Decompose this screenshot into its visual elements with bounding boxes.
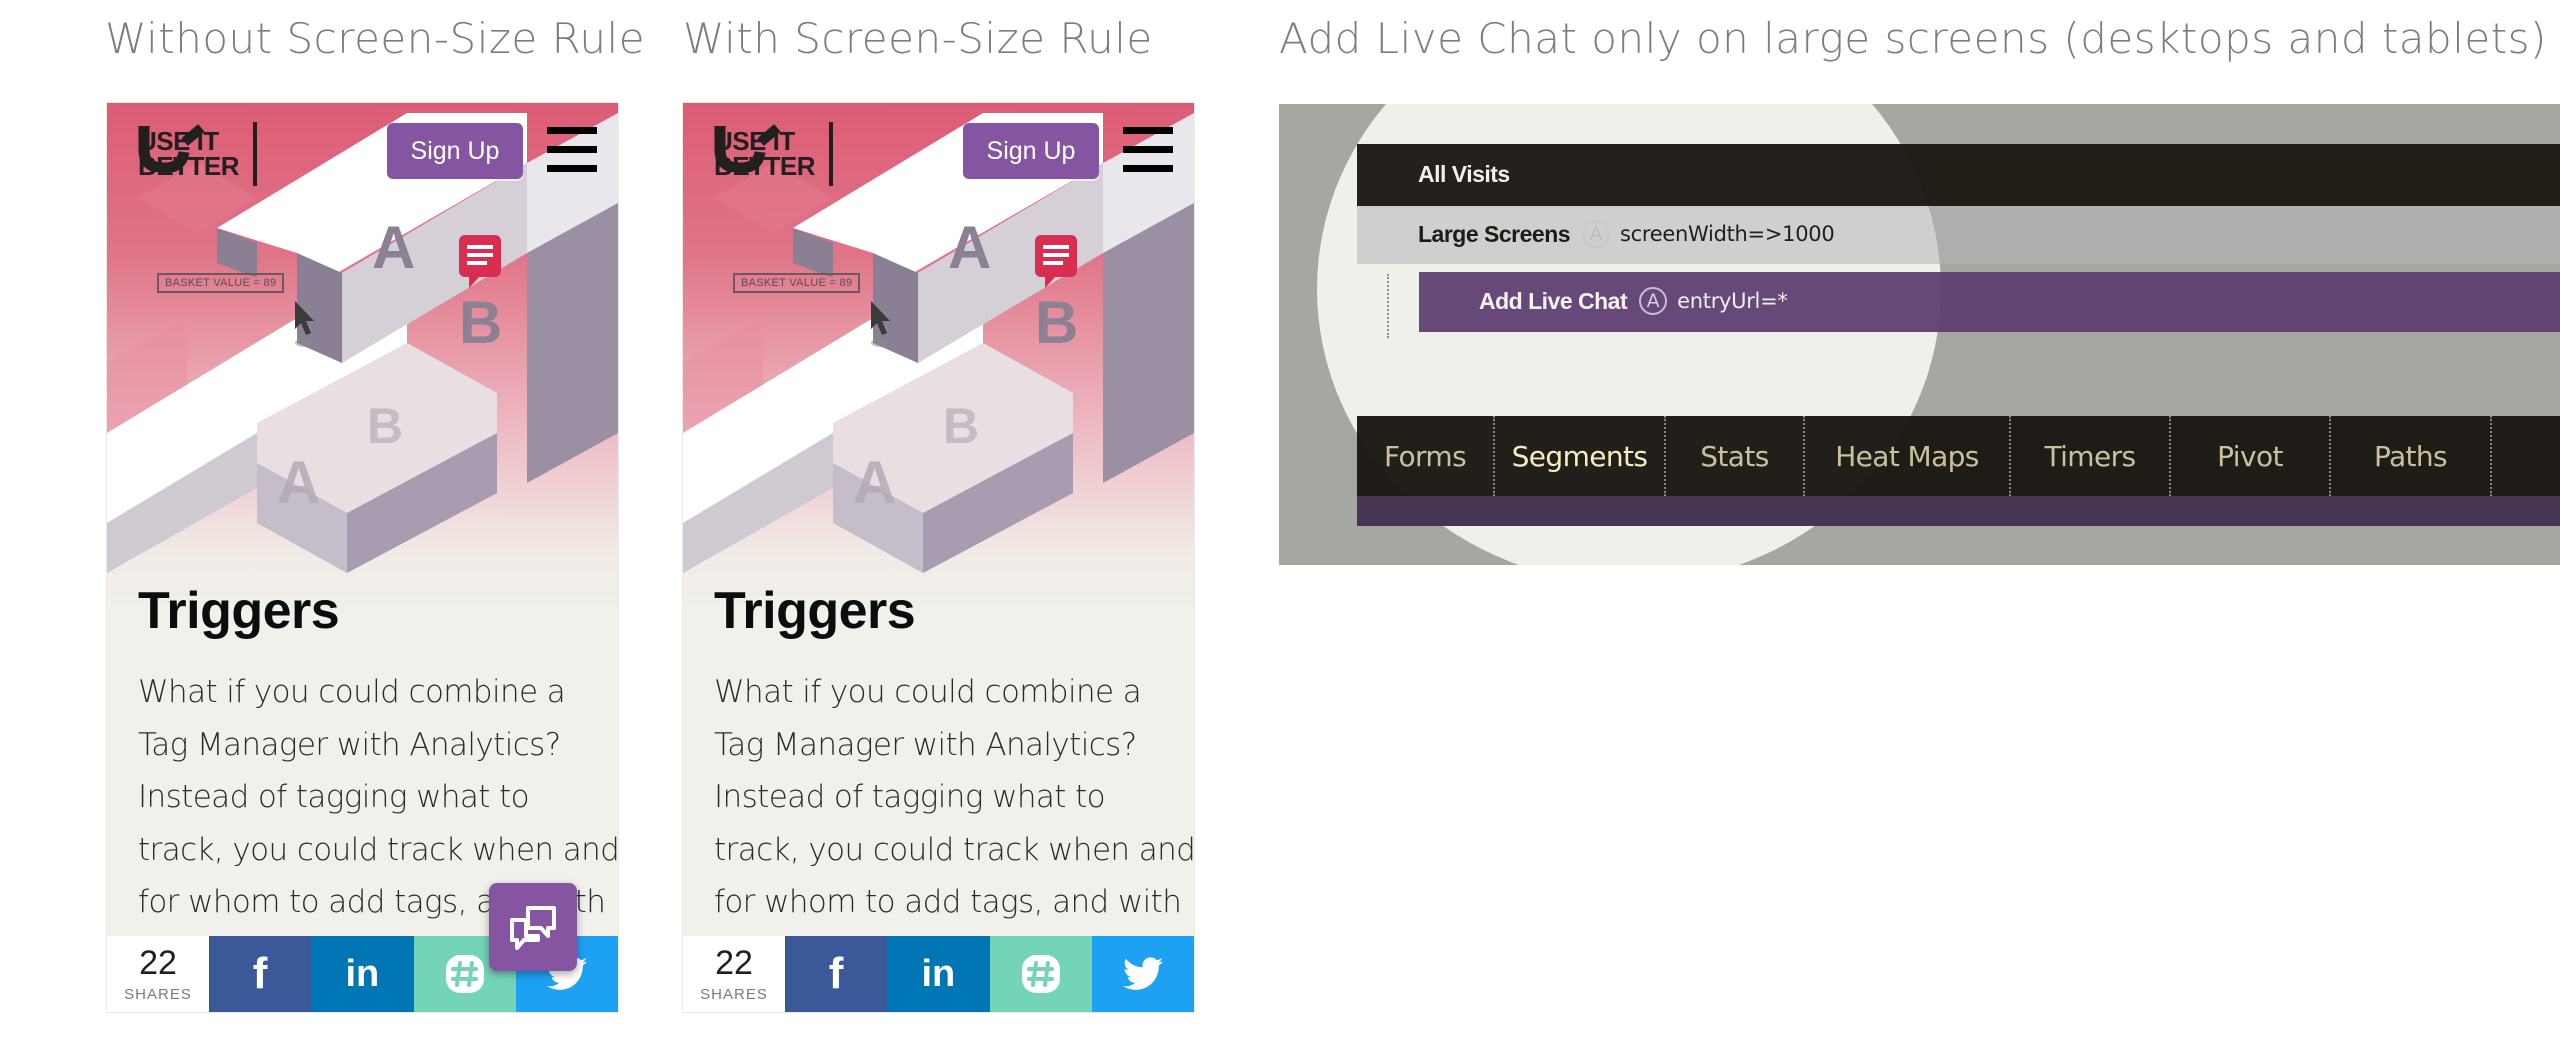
tab-paths[interactable]: Paths xyxy=(2331,416,2492,496)
tree-connector xyxy=(1387,274,1389,338)
share-count-number: 22 xyxy=(139,943,177,982)
segment-condition: entryUrl=* xyxy=(1677,289,1788,313)
article-body-line: Tag Manager with Analytics? xyxy=(714,726,1137,763)
slack-icon xyxy=(445,955,484,993)
tab-heat-maps[interactable]: Heat Maps xyxy=(1805,416,2011,496)
sign-up-button[interactable]: Sign Up xyxy=(963,123,1099,179)
article-body-line: track, you could track when and xyxy=(138,831,618,868)
share-twitter-button[interactable] xyxy=(1091,936,1194,1012)
letter-b: B xyxy=(1035,289,1078,356)
tab-content-strip xyxy=(1357,496,2560,526)
article-title: Triggers xyxy=(138,582,340,640)
facebook-icon: f xyxy=(828,949,844,998)
letter-a: A xyxy=(372,214,415,281)
share-count: 22 SHARES xyxy=(683,936,785,1012)
article-title: Triggers xyxy=(714,582,916,640)
letter-b: B xyxy=(459,289,502,356)
share-linkedin-button[interactable]: in xyxy=(887,936,990,1012)
auto-badge-icon: A xyxy=(1639,287,1668,315)
article-body-line: Instead of tagging what to xyxy=(138,779,530,815)
logo[interactable]: USE IT BETTER xyxy=(138,122,273,186)
share-count: 22 SHARES xyxy=(107,936,209,1012)
auto-badge-icon: A xyxy=(1582,220,1611,248)
segment-condition: screenWidth=>1000 xyxy=(1620,222,1835,246)
tab-bar: Forms Segments Stats Heat Maps Timers Pi… xyxy=(1357,416,2560,496)
segment-label: Large Screens xyxy=(1418,220,1571,247)
hero-illustration: A B A B USE IT BETTER Sign Up BASKET VAL… xyxy=(683,103,1194,613)
tab-timers[interactable]: Timers xyxy=(2011,416,2171,496)
article-body-line: track, you could track when and xyxy=(714,831,1194,868)
article-body: What if you could combine a Tag Manager w… xyxy=(714,666,1194,929)
segment-row-large-screens[interactable]: Large Screens A screenWidth=>1000 xyxy=(1357,206,2560,264)
hero-illustration: A B A B USE IT BETTER Sign Up BASKET VAL… xyxy=(107,103,618,613)
caption-panel: Add Live Chat only on large screens (des… xyxy=(1279,14,2547,63)
letter-a-shadow: A xyxy=(853,449,896,516)
sign-up-button[interactable]: Sign Up xyxy=(387,123,523,179)
phone-without-rule: A B A B USE IT BETTER Sign Up BASKET VAL… xyxy=(107,103,618,1012)
logo-mark-icon xyxy=(714,124,781,172)
logo-divider xyxy=(829,122,833,186)
caption-with-rule: With Screen-Size Rule xyxy=(683,14,1153,63)
article-body-line: for whom to add tags, and with xyxy=(714,884,1182,920)
letter-b-shadow: B xyxy=(367,398,403,454)
slack-icon xyxy=(1021,955,1060,993)
segment-label: All Visits xyxy=(1418,161,1510,187)
segment-rule-panel: All Visits Large Screens A screenWidth=>… xyxy=(1279,104,2560,565)
share-linkedin-button[interactable]: in xyxy=(311,936,414,1012)
live-chat-icon xyxy=(510,906,556,950)
share-bar: 22 SHARES f in xyxy=(683,936,1194,1012)
article-body-line: What if you could combine a xyxy=(714,674,1142,710)
live-chat-button[interactable] xyxy=(489,883,577,971)
article-body-line: Instead of tagging what to xyxy=(714,779,1106,815)
share-count-label: SHARES xyxy=(700,985,768,1003)
share-count-label: SHARES xyxy=(124,985,192,1003)
caption-without-rule: Without Screen-Size Rule xyxy=(105,14,646,63)
article-body-line: Tag Manager with Analytics? xyxy=(138,726,561,763)
segment-row-add-live-chat[interactable]: Add Live Chat A entryUrl=* xyxy=(1419,272,2560,332)
letter-a-shadow: A xyxy=(277,449,320,516)
tab-pivot[interactable]: Pivot xyxy=(2171,416,2331,496)
logo[interactable]: USE IT BETTER xyxy=(714,122,849,186)
letter-a: A xyxy=(948,214,991,281)
segment-row-all-visits[interactable]: All Visits xyxy=(1357,144,2560,206)
logo-divider xyxy=(253,122,257,186)
hamburger-menu-icon[interactable] xyxy=(1123,127,1173,173)
tab-forms[interactable]: Forms xyxy=(1357,416,1495,496)
article-body-line: What if you could combine a xyxy=(138,674,566,710)
basket-value-label: BASKET VALUE = 89 xyxy=(157,273,285,293)
share-slack-button[interactable] xyxy=(989,936,1092,1012)
segment-label: Add Live Chat xyxy=(1479,287,1628,314)
basket-value-label: BASKET VALUE = 89 xyxy=(733,273,861,293)
linkedin-icon: in xyxy=(345,952,380,995)
share-facebook-button[interactable]: f xyxy=(209,936,312,1012)
tab-segments[interactable]: Segments xyxy=(1495,416,1666,496)
linkedin-icon: in xyxy=(921,952,956,995)
tab-stats[interactable]: Stats xyxy=(1666,416,1805,496)
share-count-number: 22 xyxy=(715,943,753,982)
twitter-icon xyxy=(1122,957,1163,990)
hamburger-menu-icon[interactable] xyxy=(547,127,597,173)
share-facebook-button[interactable]: f xyxy=(785,936,888,1012)
letter-b-shadow: B xyxy=(943,398,979,454)
logo-mark-icon xyxy=(138,124,205,172)
phone-with-rule: A B A B USE IT BETTER Sign Up BASKET VAL… xyxy=(683,103,1194,1012)
facebook-icon: f xyxy=(252,949,268,998)
